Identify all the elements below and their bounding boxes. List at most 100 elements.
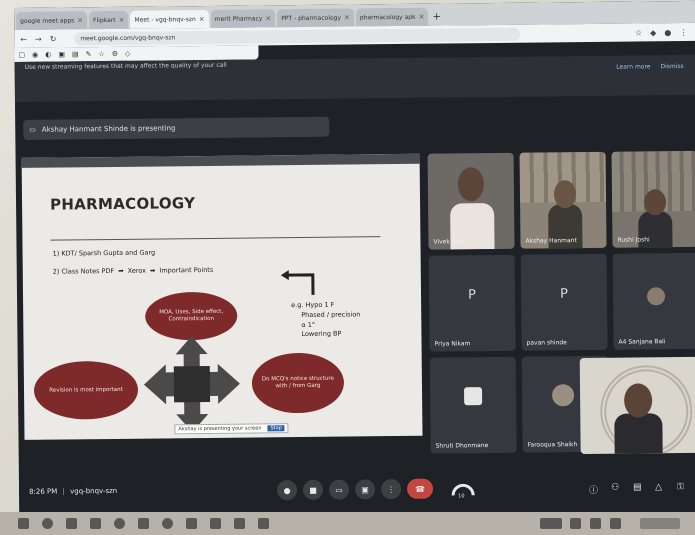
- profile-icon[interactable]: ●: [664, 28, 671, 37]
- toolbar-icon[interactable]: ✎: [86, 50, 92, 58]
- dismiss-link[interactable]: Dismiss: [660, 63, 683, 70]
- camera-icon: ■: [309, 485, 317, 495]
- participant-tile[interactable]: Shruti Dhonmane: [429, 356, 517, 454]
- mic-icon: ●: [283, 485, 291, 495]
- toolbar-icon[interactable]: ⚙: [112, 50, 118, 58]
- task-view-icon[interactable]: [66, 518, 77, 529]
- toolbar-icon[interactable]: ▢: [18, 51, 25, 59]
- browser-tab[interactable]: google meet apps ×: [16, 11, 88, 30]
- toolbar-icon[interactable]: ▣: [58, 50, 65, 58]
- participant-tile[interactable]: Rushi Joshi: [611, 150, 695, 248]
- present-icon: ▣: [361, 484, 369, 494]
- avatar: P: [560, 287, 569, 303]
- close-icon[interactable]: ×: [419, 13, 425, 21]
- people-icon[interactable]: ⚇: [611, 483, 619, 493]
- participant-tile[interactable]: A4 Sanjana Bali: [612, 252, 695, 350]
- participant-face: [643, 189, 667, 216]
- info-icon[interactable]: ⓘ: [589, 483, 598, 496]
- avatar: [551, 384, 575, 407]
- edge-icon[interactable]: [114, 518, 125, 529]
- self-face: [623, 383, 653, 418]
- slide-note: e.g. Hypo 1 F Phased / precision α 1° Lo…: [291, 300, 361, 339]
- banner-message: Use new streaming features that may affe…: [24, 61, 227, 71]
- toolbar-icon[interactable]: ◉: [32, 51, 38, 59]
- chat-icon[interactable]: ▤: [633, 482, 642, 492]
- browser-tab[interactable]: merit Pharmacy ×: [210, 9, 276, 28]
- star-icon[interactable]: ☆: [635, 28, 642, 37]
- close-icon[interactable]: ×: [344, 13, 350, 21]
- file-explorer-icon[interactable]: [90, 518, 101, 529]
- captions-button[interactable]: ▭: [328, 479, 350, 500]
- toolbar-icon[interactable]: ◐: [45, 51, 51, 59]
- volume-icon[interactable]: [590, 518, 601, 529]
- learn-more-link[interactable]: Learn more: [616, 63, 650, 70]
- slide-line: 1) KDT/ Sparsh Gupta and Garg: [52, 248, 156, 258]
- arrow-right-icon: ➡: [118, 266, 124, 275]
- activities-icon[interactable]: △: [655, 482, 662, 492]
- participant-face: [553, 180, 577, 209]
- participant-tile[interactable]: P Priya Nikam: [428, 254, 516, 352]
- camera-button[interactable]: ■: [302, 479, 324, 500]
- app-icon[interactable]: [186, 518, 197, 529]
- extension-icon[interactable]: ◆: [650, 28, 656, 37]
- app-icon[interactable]: [234, 518, 245, 529]
- presenting-bar: ▭ Akshay Hanmant Shinde is presenting: [23, 116, 330, 140]
- forward-icon[interactable]: →: [35, 34, 42, 43]
- menu-icon[interactable]: ⋮: [679, 27, 687, 36]
- chrome-icon[interactable]: [162, 518, 173, 529]
- four-way-arrow-icon: [143, 336, 240, 433]
- presenting-text: Akshay Hanmant Shinde is presenting: [41, 124, 176, 134]
- present-button[interactable]: ▣: [354, 479, 376, 500]
- browser-tab[interactable]: Flipkart ×: [89, 10, 129, 30]
- new-tab-button[interactable]: +: [432, 8, 441, 26]
- participant-tile[interactable]: Akshay Hanmant: [519, 151, 607, 249]
- windows-taskbar: [0, 512, 695, 535]
- screen-share-caption: Akshay is presenting your screen Stop: [174, 423, 289, 435]
- more-options-button[interactable]: ⋮: [380, 478, 402, 500]
- network-icon[interactable]: [610, 518, 621, 529]
- slide-line: 2) Class Notes PDF ➡ Xerox ➡ Important P…: [52, 265, 214, 276]
- avatar: P: [468, 287, 477, 304]
- close-icon[interactable]: ×: [119, 16, 125, 24]
- windows-start-icon[interactable]: [18, 518, 29, 529]
- participant-face: [457, 167, 485, 202]
- url-input[interactable]: meet.google.com/vgq-bnqv-szn: [74, 27, 521, 45]
- browser-tab-active[interactable]: Meet - vgq-bnqv-szn ×: [130, 9, 209, 29]
- store-icon[interactable]: [138, 518, 149, 529]
- weather-icon[interactable]: [540, 518, 562, 529]
- browser-tab[interactable]: PPT - pharmacology ×: [277, 8, 354, 28]
- extensions-area: ☆ ◆ ● ⋮: [635, 27, 687, 37]
- app-icon[interactable]: [258, 518, 269, 529]
- browser-tab[interactable]: pharmacology apk ×: [355, 7, 429, 27]
- app-icon[interactable]: [210, 518, 221, 529]
- self-view-tile[interactable]: [579, 356, 695, 455]
- participant-tile[interactable]: P pavan shinde: [520, 253, 608, 351]
- back-icon[interactable]: ←: [20, 34, 27, 43]
- avatar: [646, 287, 666, 306]
- close-icon[interactable]: ×: [77, 16, 83, 24]
- more-icon: ⋮: [387, 484, 396, 494]
- tray-icon[interactable]: [570, 518, 581, 529]
- self-body: [614, 413, 663, 454]
- lock-icon[interactable]: ⚿: [677, 482, 684, 492]
- raise-hand-button[interactable]: 10: [449, 475, 477, 503]
- star-icon[interactable]: ☆: [98, 50, 104, 58]
- slide-top-bar: [21, 153, 420, 168]
- meeting-info: 8:26 PM | vgq-bnqv-szn: [29, 486, 118, 496]
- participant-tile[interactable]: Vivek Patil: [427, 152, 515, 250]
- stop-sharing-button[interactable]: Stop: [267, 425, 285, 432]
- mic-button[interactable]: ●: [276, 480, 298, 501]
- nav-buttons: ← → ↻: [20, 34, 70, 43]
- bend-arrow-icon: [280, 270, 315, 295]
- leave-call-button[interactable]: ☎: [406, 478, 434, 499]
- toolbar-icon[interactable]: ▤: [72, 50, 79, 58]
- arrow-right-icon: ➡: [149, 266, 156, 275]
- monitor-screen: google meet apps × Flipkart × Meet - vgq-b…: [14, 0, 695, 520]
- search-icon[interactable]: [42, 518, 53, 529]
- close-icon[interactable]: ×: [265, 14, 271, 22]
- phone-hangup-icon: ☎: [415, 484, 426, 494]
- reload-icon[interactable]: ↻: [50, 34, 57, 43]
- clock-icon[interactable]: [640, 518, 680, 529]
- close-icon[interactable]: ×: [199, 15, 205, 23]
- toolbar-icon[interactable]: ◇: [125, 50, 130, 58]
